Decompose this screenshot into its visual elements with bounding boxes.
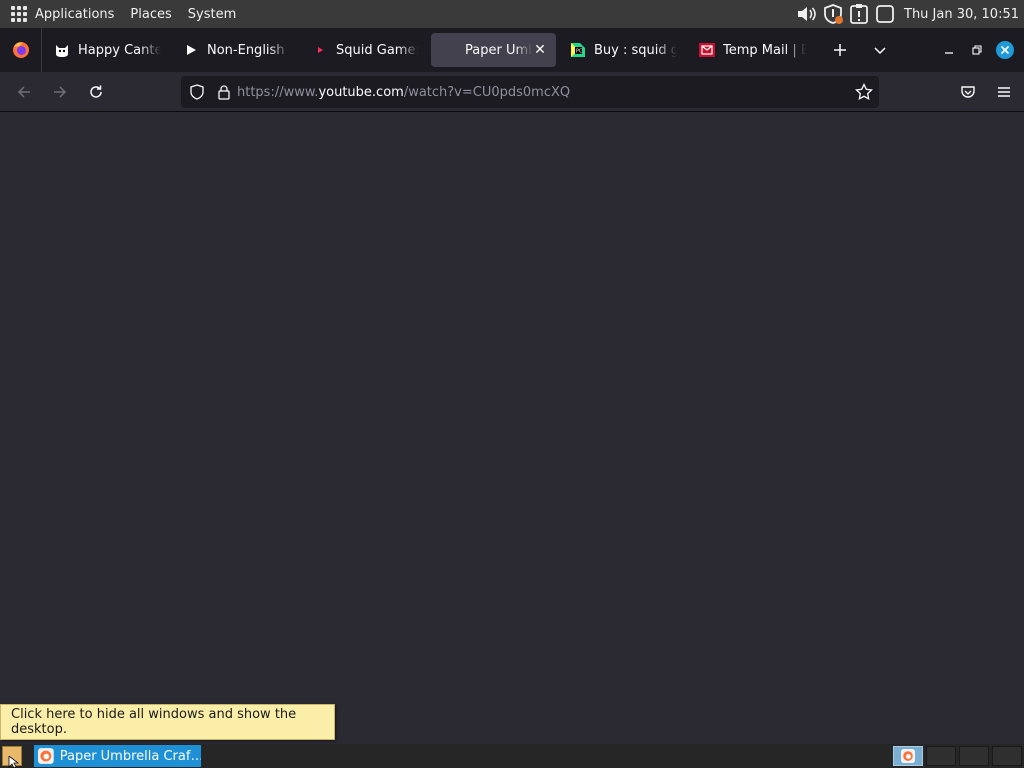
arrow-left-icon: [17, 85, 30, 98]
reload-button[interactable]: [80, 76, 112, 108]
bookmark-star-icon[interactable]: [855, 83, 873, 101]
minimize-icon: [945, 52, 953, 54]
menu-applications[interactable]: Applications: [35, 7, 114, 22]
tab-label: Happy Canteen: [78, 42, 161, 58]
url-text[interactable]: https://www.youtube.com/watch?v=CU0pds0m…: [237, 85, 570, 100]
workspace-2[interactable]: [926, 746, 956, 766]
chevron-down-icon: [874, 47, 886, 55]
clipboard-alert-icon[interactable]: [848, 3, 870, 25]
tab-temp-mail[interactable]: Temp Mail | Em: [689, 33, 814, 67]
firefox-app-icon: [38, 748, 54, 764]
restore-button[interactable]: [963, 36, 991, 64]
firefox-view-button[interactable]: [0, 28, 42, 72]
list-all-tabs-button[interactable]: [864, 34, 896, 66]
cat-icon: [54, 42, 70, 58]
top-panel: Applications Places System Thu Jan 30, 1…: [0, 0, 1024, 28]
blank-page-icon: [441, 42, 457, 58]
shield-icon[interactable]: [189, 84, 205, 100]
tab-label: Paper Umbrella: [465, 42, 532, 58]
arrow-right-icon: [54, 85, 67, 98]
tab-label: Squid Game: F: [336, 42, 419, 58]
page-content[interactable]: [0, 112, 1024, 744]
close-icon: [996, 41, 1014, 59]
tab-label: Non-English •: [207, 42, 290, 58]
restore-icon: [972, 45, 982, 55]
workspace-1[interactable]: [893, 746, 923, 766]
pocket-button[interactable]: [952, 76, 984, 108]
shield-update-icon[interactable]: [822, 3, 844, 25]
menu-system[interactable]: System: [188, 7, 236, 22]
tab-squid-game[interactable]: Squid Game: F: [302, 33, 427, 67]
tab-label: Buy : squid ga: [594, 42, 677, 58]
back-button[interactable]: [8, 76, 40, 108]
navigation-toolbar: https://www.youtube.com/watch?v=CU0pds0m…: [0, 72, 1024, 112]
close-window-button[interactable]: [991, 36, 1019, 64]
play-icon: [183, 42, 199, 58]
pycharm-icon: PC: [570, 42, 586, 58]
tab-happy-canteen[interactable]: Happy Canteen: [44, 33, 169, 67]
minimize-button[interactable]: [935, 36, 963, 64]
show-desktop-tooltip: Click here to hide all windows and show …: [0, 704, 335, 740]
forward-button[interactable]: [44, 76, 76, 108]
workspace-4[interactable]: [992, 746, 1022, 766]
tab-strip: Happy Canteen Non-English • Squid Game: …: [0, 28, 1024, 72]
mouse-cursor-icon: [8, 756, 20, 768]
bottom-panel: Paper Umbrella Craf…: [0, 744, 1024, 768]
lock-icon[interactable]: [217, 84, 231, 100]
mail-icon: [699, 42, 715, 58]
svg-text:PC: PC: [576, 49, 583, 55]
youtube-icon: [312, 42, 328, 58]
clock[interactable]: Thu Jan 30, 10:51: [904, 7, 1019, 22]
menu-places[interactable]: Places: [130, 7, 171, 22]
tab-non-english[interactable]: Non-English •: [173, 33, 298, 67]
app-menu-button[interactable]: [988, 76, 1020, 108]
address-bar[interactable]: https://www.youtube.com/watch?v=CU0pds0m…: [181, 76, 879, 108]
url-prefix: https://www.: [237, 84, 319, 100]
new-tab-button[interactable]: [824, 34, 856, 66]
taskbar-window-label: Paper Umbrella Craf…: [59, 748, 201, 764]
volume-icon[interactable]: [796, 3, 818, 25]
applications-grid-icon[interactable]: [11, 6, 27, 22]
plus-icon: [834, 44, 846, 56]
close-tab-icon[interactable]: ✕: [532, 42, 548, 58]
workspace-3[interactable]: [959, 746, 989, 766]
taskbar-window-button[interactable]: Paper Umbrella Craf…: [34, 745, 201, 767]
window-icon[interactable]: [874, 3, 896, 25]
firefox-app-icon: [901, 749, 915, 763]
url-host: youtube.com: [318, 84, 404, 100]
url-path: /watch?v=CU0pds0mcXQ: [403, 84, 571, 100]
tab-label: Temp Mail | Em: [723, 42, 806, 58]
pocket-icon: [961, 86, 975, 98]
tab-buy-squid-game[interactable]: PC Buy : squid ga: [560, 33, 685, 67]
system-tray: Thu Jan 30, 10:51: [796, 0, 1024, 28]
tab-paper-umbrella[interactable]: Paper Umbrella ✕: [431, 33, 556, 67]
reload-icon: [90, 85, 102, 98]
firefox-icon: [12, 42, 29, 58]
hamburger-menu-icon: [998, 87, 1010, 97]
